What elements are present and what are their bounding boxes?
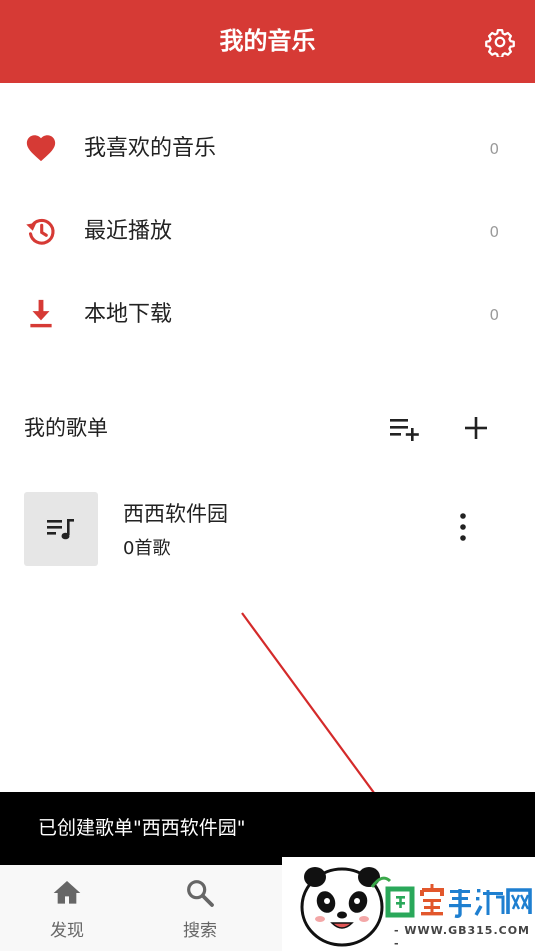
watermark-site: - WWW.GB315.COM - [394,924,530,950]
tab-discover[interactable]: 发现 [27,865,107,951]
local-download-item[interactable]: 本地下载 0 [0,275,535,355]
playlist-cover [24,492,98,566]
app-bar: 我的音乐 [0,0,535,83]
recent-played-item[interactable]: 最近播放 0 [0,192,535,272]
playlist-add-icon[interactable] [388,414,422,442]
my-playlists-header: 我的歌单 [0,398,535,458]
playlist-song-count: 0首歌 [123,538,171,559]
download-icon [30,299,52,328]
gear-icon[interactable] [485,27,515,57]
watermark: - WWW.GB315.COM - [282,857,535,951]
heart-icon [26,135,56,162]
more-vert-icon[interactable] [449,510,477,544]
tab-search[interactable]: 搜索 [160,865,240,951]
local-download-count: 0 [489,306,499,324]
liked-music-count: 0 [489,140,499,158]
snackbar: 已创建歌单"西西软件园" [0,792,535,865]
music-list-icon [47,519,74,540]
my-playlists-title: 我的歌单 [24,416,108,440]
liked-music-label: 我喜欢的音乐 [84,136,217,161]
home-icon [53,881,81,904]
search-icon [187,880,214,907]
playlist-item[interactable]: 西西软件园 0首歌 [0,488,535,568]
recent-played-label: 最近播放 [84,219,173,244]
tab-search-label: 搜索 [183,921,217,941]
page-title: 我的音乐 [219,27,316,55]
local-download-label: 本地下载 [84,302,173,327]
plus-icon[interactable] [460,412,492,444]
snackbar-message: 已创建歌单"西西软件园" [38,817,246,839]
tab-discover-label: 发现 [50,921,84,941]
recent-played-count: 0 [489,223,499,241]
history-icon [26,218,55,245]
liked-music-item[interactable]: 我喜欢的音乐 0 [0,109,535,189]
playlist-name: 西西软件园 [123,502,228,526]
